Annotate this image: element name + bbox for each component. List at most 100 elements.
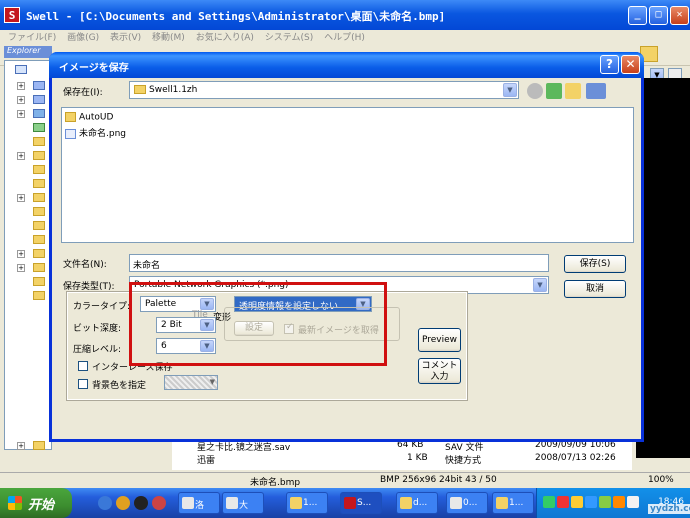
folder-icon (33, 165, 45, 174)
close-button[interactable]: ✕ (621, 55, 640, 74)
folder-icon (496, 497, 508, 509)
folder-icon (33, 291, 45, 300)
tray-icon[interactable] (585, 496, 597, 508)
task-button-swell[interactable]: S... (340, 492, 382, 514)
folder-icon (33, 207, 45, 216)
qq-icon[interactable] (134, 496, 148, 510)
tree-row[interactable]: + (7, 441, 51, 451)
tree-row[interactable] (7, 221, 51, 231)
app-close-button[interactable]: ✕ (670, 6, 689, 25)
tree-row[interactable]: + (7, 151, 51, 161)
viewer-toolbar: ▼ (640, 46, 690, 82)
menu-view[interactable]: 表示(V) (110, 33, 141, 43)
folder-icon (33, 137, 45, 146)
view-menu-icon[interactable] (586, 83, 606, 99)
compression-label: 圧縮レベル: (73, 345, 122, 355)
maximize-button[interactable]: □ (649, 6, 668, 25)
cancel-button[interactable]: 取消 (564, 280, 626, 298)
task-button[interactable]: 1... (286, 492, 328, 514)
chevron-down-icon[interactable]: ▼ (533, 278, 547, 292)
list-item[interactable]: 迅雷 1 KB 快捷方式 2008/07/13 02:26 (197, 453, 616, 466)
save-in-select[interactable]: Swell1.1zh ▼ (129, 81, 519, 99)
bgcolor-checkbox[interactable] (78, 379, 88, 389)
tree-row[interactable]: + (7, 95, 51, 105)
minimize-button[interactable]: _ (628, 6, 647, 25)
file-type: 快捷方式 (445, 456, 482, 466)
menu-move[interactable]: 移動(M) (152, 33, 185, 43)
tree-row[interactable] (7, 207, 51, 217)
tree-row[interactable]: + (7, 193, 51, 203)
dialog-title: イメージを保存 (59, 63, 129, 74)
swell-app-icon (344, 497, 356, 509)
file-name: 星之卡比.镜之迷宫.sav (197, 443, 291, 453)
new-folder-icon[interactable] (565, 83, 581, 99)
tree-row[interactable]: + (7, 263, 51, 273)
menu-system[interactable]: システム(S) (265, 33, 313, 43)
comment-button[interactable]: コメント 入力 (418, 358, 461, 384)
desktop-icon (15, 65, 27, 74)
task-button[interactable]: 洛 (178, 492, 220, 514)
tree-row[interactable] (7, 235, 51, 245)
task-icon (182, 497, 194, 509)
expand-icon[interactable]: + (17, 194, 25, 202)
status-bar: 未命名.bmp BMP 256x96 24bit 43 / 50 100% (0, 472, 690, 488)
interlace-checkbox[interactable] (78, 361, 88, 371)
filename-input[interactable]: 未命名 (129, 254, 549, 272)
task-button[interactable]: 0... (446, 492, 488, 514)
menu-favorites[interactable]: お気に入り(A) (196, 33, 254, 43)
task-button[interactable]: 1... (492, 492, 534, 514)
folder-icon (33, 193, 45, 202)
tray-icon[interactable] (543, 496, 555, 508)
chevron-down-icon[interactable]: ▼ (503, 83, 517, 97)
file-browser[interactable]: AutoUD 未命名.png (61, 107, 634, 243)
explorer-tab[interactable]: Explorer (4, 46, 52, 58)
tree-row[interactable] (7, 277, 51, 287)
task-button[interactable]: 大 (222, 492, 264, 514)
preview-button[interactable]: Preview (418, 328, 461, 352)
expand-icon[interactable]: + (17, 110, 25, 118)
menu-file[interactable]: ファイル(F) (8, 33, 56, 43)
network-icon (33, 109, 45, 118)
expand-icon[interactable]: + (17, 264, 25, 272)
tray-icon[interactable] (557, 496, 569, 508)
expand-icon[interactable]: + (17, 82, 25, 90)
tree-row[interactable] (7, 179, 51, 189)
list-item[interactable]: 未命名.png (65, 126, 126, 139)
save-button[interactable]: 保存(S) (564, 255, 626, 273)
tree-row[interactable] (7, 165, 51, 175)
ie-icon[interactable] (98, 496, 112, 510)
tree-row[interactable] (7, 65, 51, 75)
chevron-down-icon[interactable]: ▼ (210, 378, 215, 386)
bgcolor-label: 背景色を指定 (92, 381, 147, 391)
back-icon[interactable] (527, 83, 543, 99)
tree-row[interactable] (7, 123, 51, 133)
tray-icon[interactable] (599, 496, 611, 508)
app-title-bar: S Swell - [C:\Documents and Settings\Adm… (0, 0, 690, 30)
tree-row[interactable] (7, 137, 51, 147)
expand-icon[interactable]: + (17, 442, 25, 450)
expand-icon[interactable]: + (17, 250, 25, 258)
file-date: 2008/07/13 02:26 (535, 453, 616, 463)
start-button[interactable]: 开始 (0, 488, 72, 518)
tree-row[interactable]: + (7, 109, 51, 119)
media-icon[interactable] (116, 496, 130, 510)
menu-image[interactable]: 画像(G) (67, 33, 99, 43)
help-button[interactable]: ? (600, 55, 619, 74)
color-type-label: カラータイプ: (73, 302, 131, 312)
tray-icon[interactable] (571, 496, 583, 508)
tree-row[interactable]: + (7, 81, 51, 91)
expand-icon[interactable]: + (17, 96, 25, 104)
bgcolor-select[interactable]: ▼ (164, 375, 218, 390)
app-quick-icon[interactable] (152, 496, 166, 510)
menu-help[interactable]: ヘルプ(H) (324, 33, 365, 43)
list-item[interactable]: AutoUD (65, 112, 113, 125)
tray-icon[interactable] (613, 496, 625, 508)
task-button[interactable]: d... (396, 492, 438, 514)
tree-row[interactable] (7, 291, 51, 301)
folder-tree[interactable]: + + + + + + + + (4, 60, 52, 450)
volume-icon[interactable] (627, 496, 639, 508)
up-folder-icon[interactable] (546, 83, 562, 99)
status-info: BMP 256x96 24bit 43 / 50 (380, 475, 497, 485)
tree-row[interactable]: + (7, 249, 51, 259)
expand-icon[interactable]: + (17, 152, 25, 160)
